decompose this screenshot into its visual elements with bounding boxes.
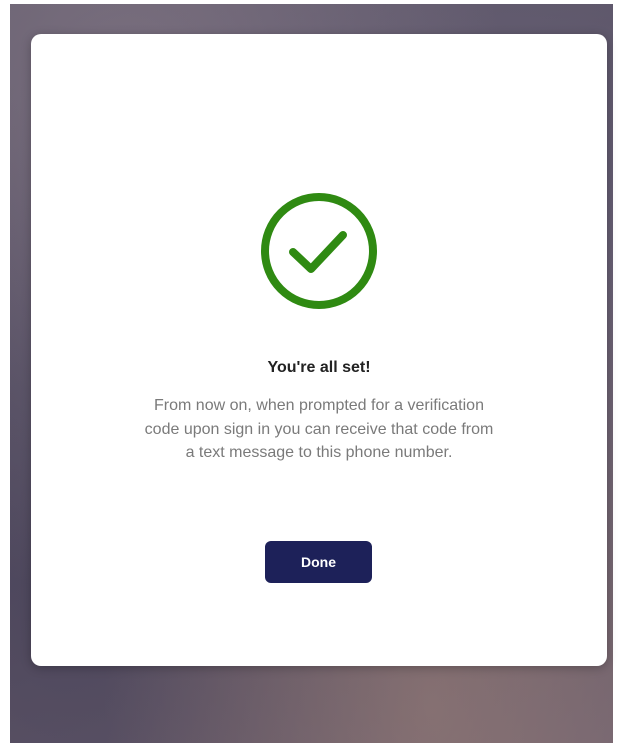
check-mark bbox=[289, 231, 347, 273]
check-circle-icon bbox=[261, 193, 377, 309]
done-button[interactable]: Done bbox=[265, 541, 372, 583]
dialog-message: From now on, when prompted for a verific… bbox=[144, 397, 494, 461]
success-dialog: You're all set! From now on, when prompt… bbox=[31, 34, 607, 666]
screen: You're all set! From now on, when prompt… bbox=[0, 0, 620, 743]
dialog-title: You're all set! bbox=[267, 359, 371, 376]
check-circle-ring bbox=[261, 193, 377, 309]
